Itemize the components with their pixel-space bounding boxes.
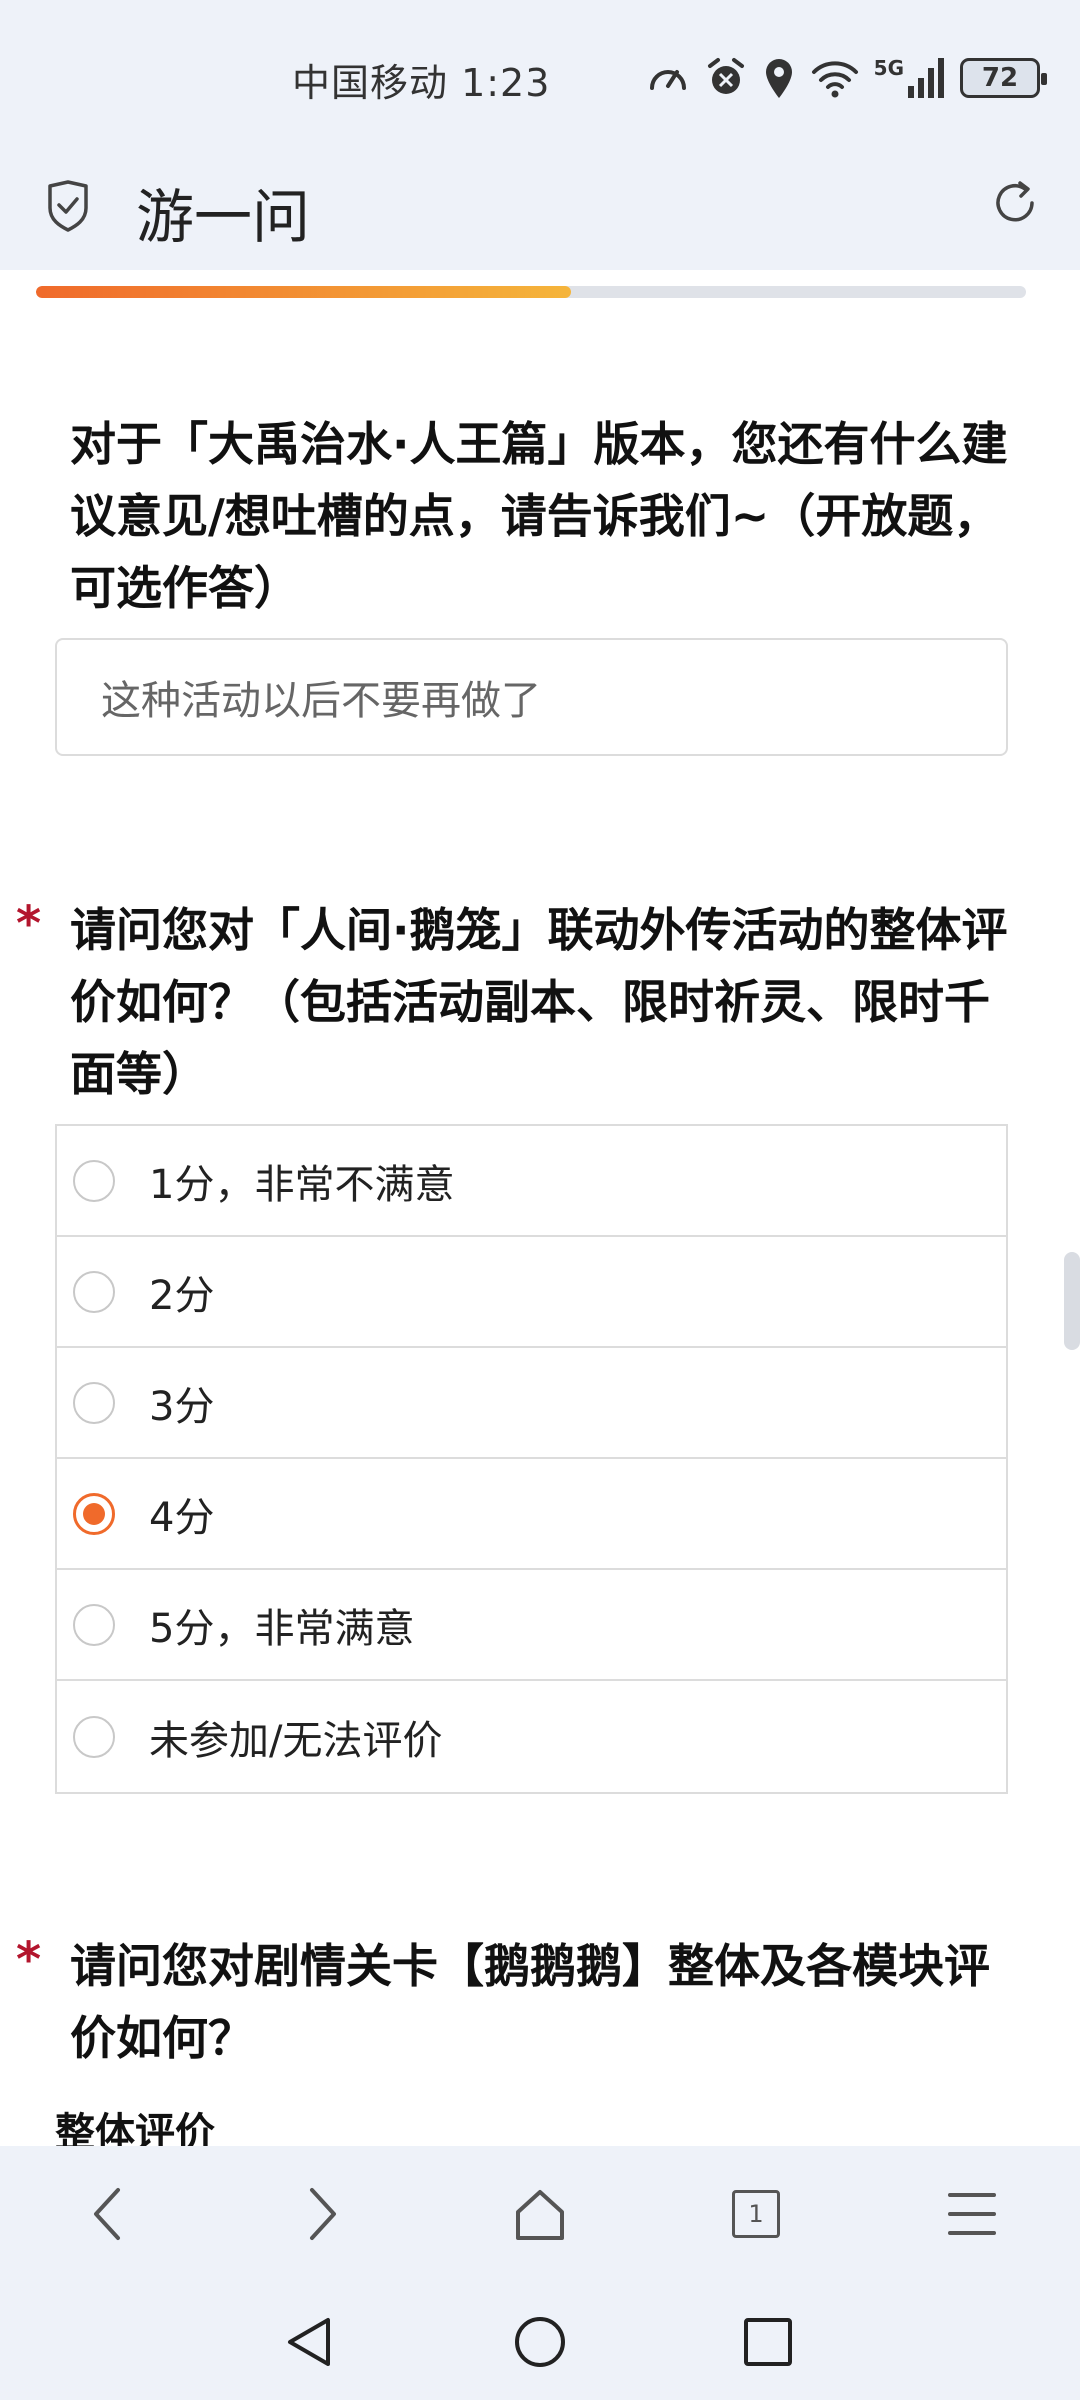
question-2-options: 1分，非常不满意 2分 3分 4分 5分，非常满意 未参加/无法评价 xyxy=(55,1124,1008,1794)
survey-progress-fill xyxy=(36,286,571,298)
radio-option[interactable]: 4分 xyxy=(57,1459,1006,1570)
question-1-answer-input[interactable]: 这种活动以后不要再做了 xyxy=(55,638,1008,756)
radio-option[interactable]: 2分 xyxy=(57,1237,1006,1348)
radio-button[interactable] xyxy=(73,1381,115,1424)
browser-toolbar: 1 xyxy=(0,2146,1080,2282)
chevron-left-icon xyxy=(94,2188,120,2240)
square-recents-icon xyxy=(744,2318,792,2366)
radio-option[interactable]: 3分 xyxy=(57,1348,1006,1459)
page-title: 游一问 xyxy=(136,183,311,251)
required-mark: * xyxy=(16,1932,42,1988)
location-icon xyxy=(765,59,792,98)
tab-count: 1 xyxy=(732,2190,780,2238)
radio-button[interactable] xyxy=(73,1603,115,1646)
menu-button[interactable] xyxy=(936,2178,1008,2250)
radio-option-label: 5分，非常满意 xyxy=(149,1605,415,1652)
question-3-title: 请问您对剧情关卡【鹅鹅鹅】整体及各模块评价如何？ xyxy=(70,1939,990,2065)
radio-button-checked[interactable] xyxy=(73,1492,115,1535)
system-back-button[interactable] xyxy=(270,2302,350,2382)
circle-home-icon xyxy=(515,2317,565,2367)
chevron-right-icon xyxy=(310,2188,336,2240)
scrollbar-thumb[interactable] xyxy=(1064,1252,1080,1350)
signal-icon xyxy=(908,58,944,98)
radio-option-label: 3分 xyxy=(149,1383,215,1430)
radio-button[interactable] xyxy=(73,1715,115,1758)
menu-icon xyxy=(948,2193,996,2235)
radio-option-label: 1分，非常不满意 xyxy=(149,1161,455,1208)
status-icons: 5G 72 xyxy=(646,52,1047,104)
app-header: 游一问 xyxy=(0,160,1080,270)
system-recents-button[interactable] xyxy=(728,2302,808,2382)
question-1-answer-text: 这种活动以后不要再做了 xyxy=(101,678,541,724)
radio-option[interactable]: 未参加/无法评价 xyxy=(57,1681,1006,1792)
forward-button[interactable] xyxy=(286,2178,358,2250)
radio-option-label: 2分 xyxy=(149,1272,215,1319)
system-home-button[interactable] xyxy=(500,2302,580,2382)
radio-option[interactable]: 1分，非常不满意 xyxy=(57,1126,1006,1237)
home-button[interactable] xyxy=(504,2178,576,2250)
wifi-icon xyxy=(811,61,858,98)
tabs-button[interactable]: 1 xyxy=(720,2178,792,2250)
radio-button[interactable] xyxy=(73,1159,115,1202)
question-1-title: 对于「大禹治水·人王篇」版本，您还有什么建议意见/想吐槽的点，请告诉我们~（开放… xyxy=(70,417,1008,615)
question-2-title: 请问您对「人间·鹅笼」联动外传活动的整体评价如何？（包括活动副本、限时祈灵、限时… xyxy=(70,903,1008,1101)
home-icon xyxy=(516,2190,564,2240)
speedometer-icon xyxy=(649,70,686,90)
back-button[interactable] xyxy=(72,2178,144,2250)
battery-indicator: 72 xyxy=(960,58,1047,98)
required-mark: * xyxy=(16,896,42,952)
bottom-nav: 1 xyxy=(0,2146,1080,2400)
system-nav xyxy=(0,2282,1080,2400)
triangle-back-icon xyxy=(288,2318,330,2366)
alarm-icon xyxy=(707,58,744,94)
carrier-time: 中国移动 1:23 xyxy=(292,61,551,105)
shield-check-icon[interactable] xyxy=(46,180,90,232)
battery-level: 72 xyxy=(981,63,1019,93)
radio-option[interactable]: 5分，非常满意 xyxy=(57,1570,1006,1681)
network-type: 5G xyxy=(873,56,904,80)
survey-progress-bar xyxy=(36,286,1026,298)
refresh-icon[interactable] xyxy=(990,178,1040,228)
radio-option-label: 4分 xyxy=(149,1494,215,1541)
status-bar: 中国移动 1:23 5G 72 xyxy=(0,0,1080,160)
radio-option-label: 未参加/无法评价 xyxy=(149,1717,443,1764)
radio-button[interactable] xyxy=(73,1270,115,1313)
